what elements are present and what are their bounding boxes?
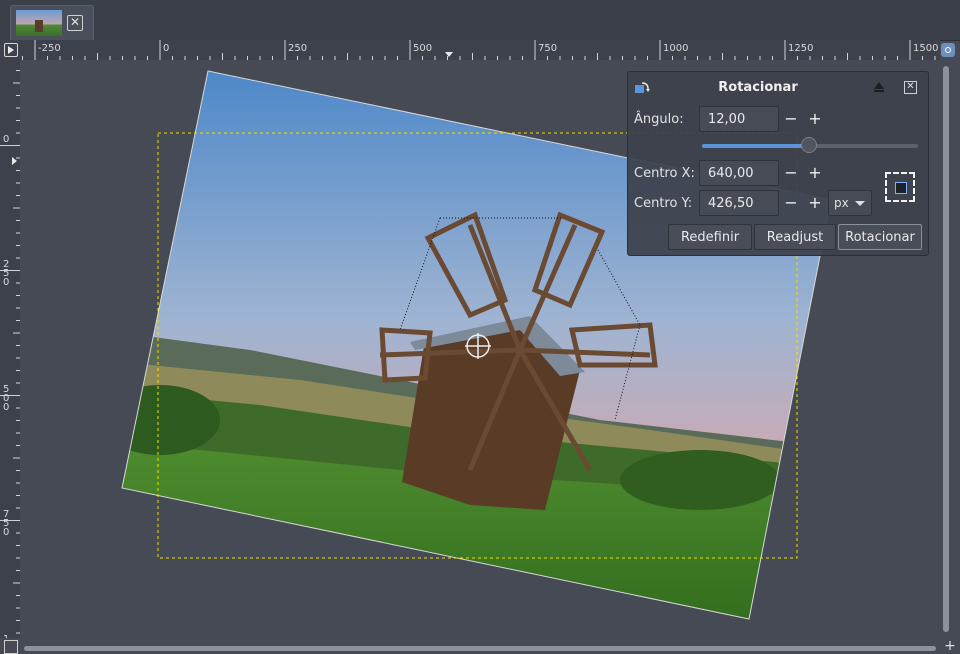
ruler-label: 0 — [3, 134, 9, 145]
quick-mask-icon[interactable] — [4, 640, 18, 654]
pointer-marker-icon — [445, 52, 453, 57]
ruler-label: 250 — [288, 43, 307, 54]
ruler-label: 0 — [163, 43, 169, 54]
horizontal-ruler[interactable]: -250 0 250 500 750 1000 1250 1500 — [20, 40, 940, 61]
angle-increase-button[interactable]: + — [803, 106, 827, 132]
angle-input[interactable]: 12,00 — [699, 106, 779, 132]
rotate-dialog: Rotacionar ✕ Ângulo: 12,00 − + Centro X:… — [627, 71, 929, 256]
ruler-label: 0 — [3, 402, 9, 413]
center-x-input[interactable]: 640,00 — [699, 160, 779, 186]
center-y-increase-button[interactable]: + — [803, 190, 827, 216]
angle-decrease-button[interactable]: − — [779, 106, 803, 132]
readjust-button[interactable]: Readjust — [754, 224, 836, 250]
angle-slider-fill — [702, 144, 809, 148]
image-thumbnail[interactable] — [16, 10, 62, 36]
vertical-ruler-ticks: 02505007501 — [0, 70, 20, 638]
reset-button[interactable]: Redefinir — [668, 224, 752, 250]
ruler-label: -250 — [38, 43, 61, 54]
angle-slider-handle[interactable] — [800, 137, 817, 153]
ruler-label: 1000 — [663, 43, 688, 54]
center-x-label: Centro X: — [634, 166, 695, 181]
center-y-decrease-button[interactable]: − — [779, 190, 803, 216]
ruler-label: 1500 — [913, 43, 938, 54]
ruler-label: 0 — [3, 277, 9, 288]
angle-label: Ângulo: — [634, 112, 684, 127]
menu-toggle-icon[interactable] — [4, 43, 18, 57]
unit-select[interactable]: px — [828, 190, 872, 216]
ruler-label: 1 — [3, 634, 9, 638]
center-y-label: Centro Y: — [634, 196, 693, 211]
vertical-scrollbar[interactable] — [943, 66, 949, 632]
horizontal-scrollbar[interactable] — [24, 646, 936, 651]
center-x-increase-button[interactable]: + — [803, 160, 827, 186]
dialog-title: Rotacionar — [718, 80, 798, 95]
ruler-label: 500 — [413, 43, 432, 54]
center-y-input[interactable]: 426,50 — [699, 190, 779, 216]
dialog-close-icon[interactable]: ✕ — [904, 81, 917, 94]
center-x-decrease-button[interactable]: − — [779, 160, 803, 186]
dialog-collapse-icon[interactable] — [874, 82, 884, 89]
ruler-label: 750 — [538, 43, 557, 54]
navigate-corner-icon[interactable]: + — [944, 639, 956, 653]
horizontal-ruler-ticks: -250 0 250 500 750 1000 1250 1500 — [22, 40, 938, 60]
image-tab[interactable]: ✕ — [10, 5, 94, 40]
vertical-ruler[interactable]: 02505007501 — [0, 60, 21, 638]
navigate-icon[interactable] — [941, 43, 955, 57]
close-icon[interactable]: ✕ — [67, 15, 83, 31]
ruler-label: 1250 — [788, 43, 813, 54]
ruler-label: 0 — [3, 527, 9, 538]
rotate-button[interactable]: Rotacionar — [838, 224, 922, 250]
pivot-select-icon[interactable] — [885, 172, 915, 202]
angle-slider[interactable] — [702, 137, 918, 153]
image-tabbar: ✕ — [0, 0, 960, 41]
